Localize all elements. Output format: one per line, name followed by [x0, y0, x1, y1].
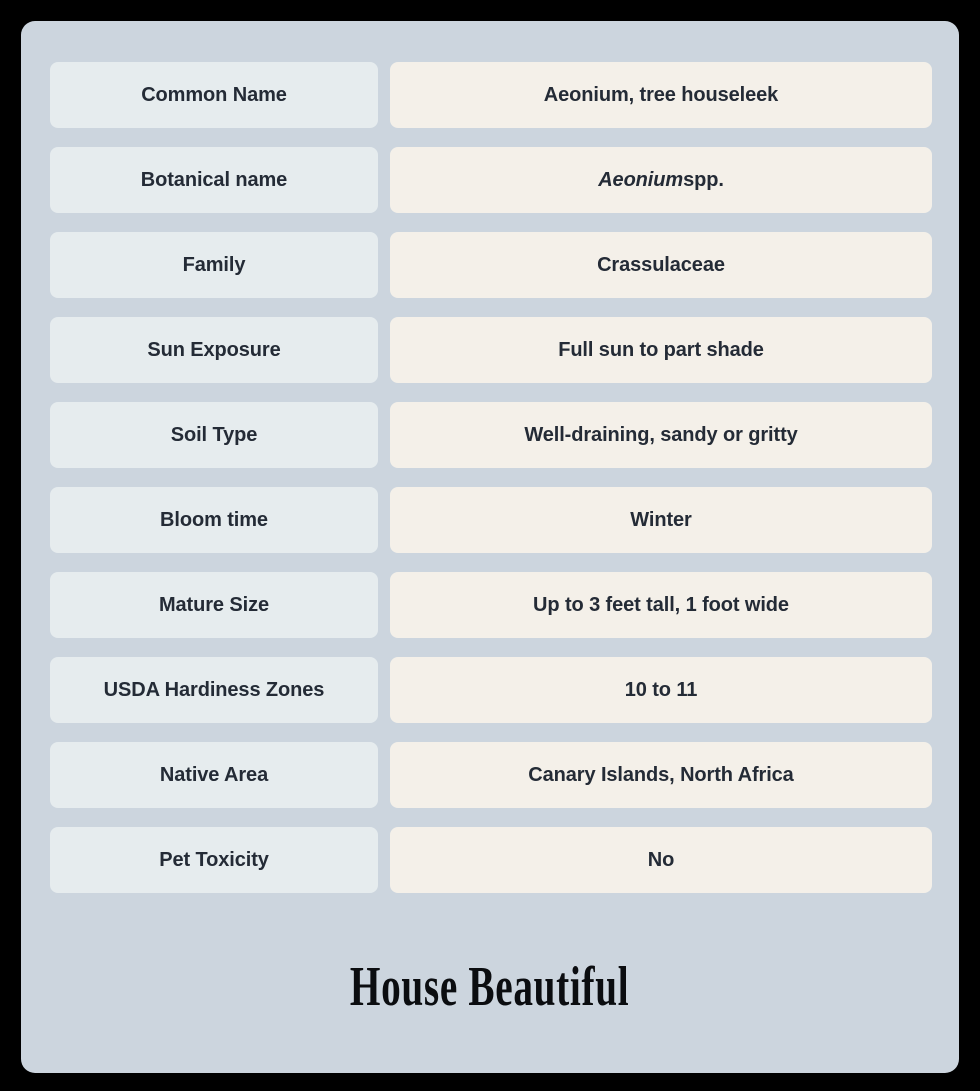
spec-label-cell: Bloom time — [50, 487, 378, 553]
column-gap — [378, 827, 390, 893]
spec-value-cell: Full sun to part shade — [390, 317, 932, 383]
column-gap — [378, 572, 390, 638]
spec-label-cell: Mature Size — [50, 572, 378, 638]
column-gap — [378, 657, 390, 723]
spec-label-cell: Pet Toxicity — [50, 827, 378, 893]
scientific-name: Aeonium — [598, 169, 684, 191]
spec-value-cell: Up to 3 feet tall, 1 foot wide — [390, 572, 932, 638]
spec-row: Pet Toxicity No — [50, 827, 932, 893]
spec-label-cell: Sun Exposure — [50, 317, 378, 383]
spec-card: Common Name Aeonium, tree houseleek Botani… — [21, 21, 959, 1073]
spec-row: Native Area Canary Islands, North Africa — [50, 742, 932, 808]
spec-label-cell: Botanical name — [50, 147, 378, 213]
house-beautiful-logo: House Beautiful — [350, 956, 630, 1018]
spec-row: Common Name Aeonium, tree houseleek — [50, 62, 932, 128]
spec-row: Bloom time Winter — [50, 487, 932, 553]
spec-value-suffix: spp. — [683, 169, 724, 191]
column-gap — [378, 402, 390, 468]
column-gap — [378, 487, 390, 553]
plant-spec-table: Common Name Aeonium, tree houseleek Botani… — [50, 62, 932, 893]
column-gap — [378, 232, 390, 298]
column-gap — [378, 742, 390, 808]
spec-value-cell: Well-draining, sandy or gritty — [390, 402, 932, 468]
spec-value-cell: Crassulaceae — [390, 232, 932, 298]
spec-label-cell: Common Name — [50, 62, 378, 128]
column-gap — [378, 147, 390, 213]
spec-label-cell: Family — [50, 232, 378, 298]
spec-row: Botanical name Aeonium spp. — [50, 147, 932, 213]
spec-value-cell: Aeonium, tree houseleek — [390, 62, 932, 128]
spec-label-cell: Native Area — [50, 742, 378, 808]
spec-value-cell: No — [390, 827, 932, 893]
column-gap — [378, 317, 390, 383]
spec-value-cell: Canary Islands, North Africa — [390, 742, 932, 808]
spec-value-cell: Winter — [390, 487, 932, 553]
spec-row: Sun Exposure Full sun to part shade — [50, 317, 932, 383]
brand-footer: House Beautiful — [21, 959, 959, 1015]
spec-row: Soil Type Well-draining, sandy or gritty — [50, 402, 932, 468]
spec-row: Family Crassulaceae — [50, 232, 932, 298]
spec-label-cell: USDA Hardiness Zones — [50, 657, 378, 723]
column-gap — [378, 62, 390, 128]
spec-label-cell: Soil Type — [50, 402, 378, 468]
spec-value-cell: Aeonium spp. — [390, 147, 932, 213]
spec-row: Mature Size Up to 3 feet tall, 1 foot wid… — [50, 572, 932, 638]
spec-row: USDA Hardiness Zones 10 to 11 — [50, 657, 932, 723]
spec-value-cell: 10 to 11 — [390, 657, 932, 723]
